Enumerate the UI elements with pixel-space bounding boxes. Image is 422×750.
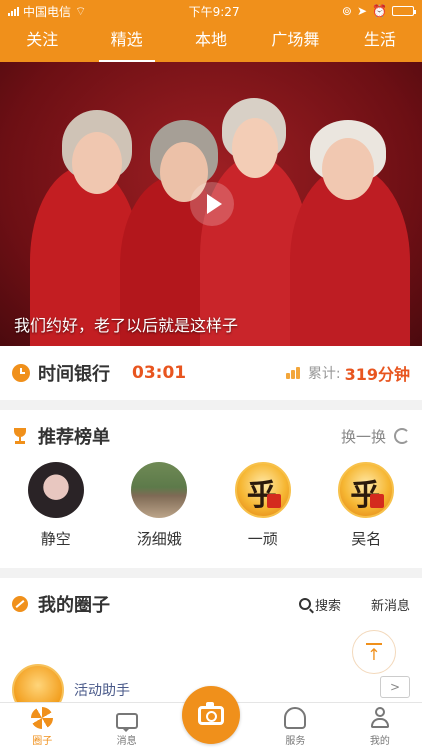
tab-guanzhu[interactable]: 关注 xyxy=(0,22,84,62)
time-bank-bar[interactable]: 时间银行 03:01 累计: 319分钟 xyxy=(0,346,422,400)
time-bank-title: 时间银行 xyxy=(38,364,110,385)
alarm-icon: ⏰ xyxy=(372,4,387,18)
tab-bendi[interactable]: 本地 xyxy=(169,22,253,62)
location-icon: ➤ xyxy=(356,4,368,18)
play-icon[interactable] xyxy=(190,182,234,226)
status-left: 中国电信 ⌔ xyxy=(8,3,86,20)
circle-icon xyxy=(31,707,54,729)
video-caption: 我们约好，老了以后就是这样子 xyxy=(14,316,239,335)
camera-icon xyxy=(198,701,224,725)
back-to-top-button[interactable]: ↑ xyxy=(352,630,396,674)
search-button[interactable]: 搜索 xyxy=(298,595,341,614)
circle-icon xyxy=(12,596,28,612)
carrier-label: 中国电信 xyxy=(23,4,72,19)
refresh-icon xyxy=(394,428,410,444)
refresh-label: 换一换 xyxy=(340,427,386,446)
tab-shenghuo[interactable]: 生活 xyxy=(338,22,422,62)
battery-icon xyxy=(391,6,416,16)
arrow-up-icon: ↑ xyxy=(367,644,381,664)
assistant-name: 活动助手 xyxy=(74,683,130,699)
status-time: 下午9:27 xyxy=(188,4,240,19)
avatar: 乎 xyxy=(234,462,291,518)
new-message-link[interactable]: 新消息 xyxy=(371,595,410,614)
wifi-icon: ⌔ xyxy=(75,3,87,18)
refresh-button[interactable]: 换一换 xyxy=(341,426,410,447)
status-bar: 中国电信 ⌔ 下午9:27 ⊚ ➤ ⏰ xyxy=(0,0,422,22)
nav-circles[interactable]: 圈子 xyxy=(0,703,84,750)
app-screen: 中国电信 ⌔ 下午9:27 ⊚ ➤ ⏰ 关注 精选 本地 广场舞 生活 我们约好… xyxy=(0,0,422,750)
recommend-list: 推荐榜单 换一换 静空 汤细娥 乎 一顽 乎 吴名 xyxy=(0,410,422,568)
tab-guangchangwu[interactable]: 广场舞 xyxy=(253,22,337,62)
total-label: 累计: xyxy=(307,366,341,382)
user-item[interactable]: 汤细娥 xyxy=(114,462,204,549)
tab-jingxuan[interactable]: 精选 xyxy=(84,22,168,62)
nav-label: 我的 xyxy=(369,736,390,747)
top-bar: 中国电信 ⌔ 下午9:27 ⊚ ➤ ⏰ 关注 精选 本地 广场舞 生活 xyxy=(0,0,422,62)
coins-icon xyxy=(285,367,302,379)
circles-header: 我的圈子 搜索 新消息 xyxy=(0,578,422,630)
camera-button[interactable] xyxy=(182,686,240,744)
recommend-users: 静空 汤细娥 乎 一顽 乎 吴名 xyxy=(0,462,422,549)
expand-button[interactable]: > xyxy=(380,676,410,698)
user-name: 一顽 xyxy=(247,530,278,548)
status-right: ⊚ ➤ ⏰ xyxy=(341,4,416,18)
user-name: 吴名 xyxy=(351,530,382,548)
user-item[interactable]: 静空 xyxy=(11,462,101,549)
nav-label: 服务 xyxy=(285,736,306,747)
rotation-lock-icon: ⊚ xyxy=(341,4,352,18)
clock-icon xyxy=(12,364,30,382)
search-label: 搜索 xyxy=(314,598,341,614)
nav-messages[interactable]: 消息 xyxy=(84,703,168,750)
user-name: 汤细娥 xyxy=(136,530,182,548)
total-value: 319分钟 xyxy=(344,365,410,384)
recommend-header: 推荐榜单 换一换 xyxy=(0,410,422,462)
message-icon xyxy=(115,713,138,732)
search-icon xyxy=(298,598,311,610)
user-item[interactable]: 乎 一顽 xyxy=(218,462,308,549)
time-bank-time: 03:01 xyxy=(132,363,187,383)
profile-icon xyxy=(369,707,391,729)
signal-icon xyxy=(8,6,19,16)
avatar xyxy=(131,462,188,518)
circles-title: 我的圈子 xyxy=(38,595,110,616)
time-bank-total: 累计: 319分钟 xyxy=(285,361,410,385)
avatar xyxy=(27,462,84,518)
user-name: 静空 xyxy=(40,530,71,548)
nav-label: 消息 xyxy=(116,736,137,747)
featured-video[interactable]: 我们约好，老了以后就是这样子 xyxy=(0,62,422,346)
nav-label: 圈子 xyxy=(32,736,53,747)
nav-service[interactable]: 服务 xyxy=(253,703,337,750)
top-tabs: 关注 精选 本地 广场舞 生活 xyxy=(0,22,422,62)
recommend-title: 推荐榜单 xyxy=(38,427,110,448)
service-icon xyxy=(284,707,307,729)
nav-mine[interactable]: 我的 xyxy=(338,703,422,750)
trophy-icon xyxy=(12,428,28,444)
user-item[interactable]: 乎 吴名 xyxy=(321,462,411,549)
avatar: 乎 xyxy=(338,462,395,518)
